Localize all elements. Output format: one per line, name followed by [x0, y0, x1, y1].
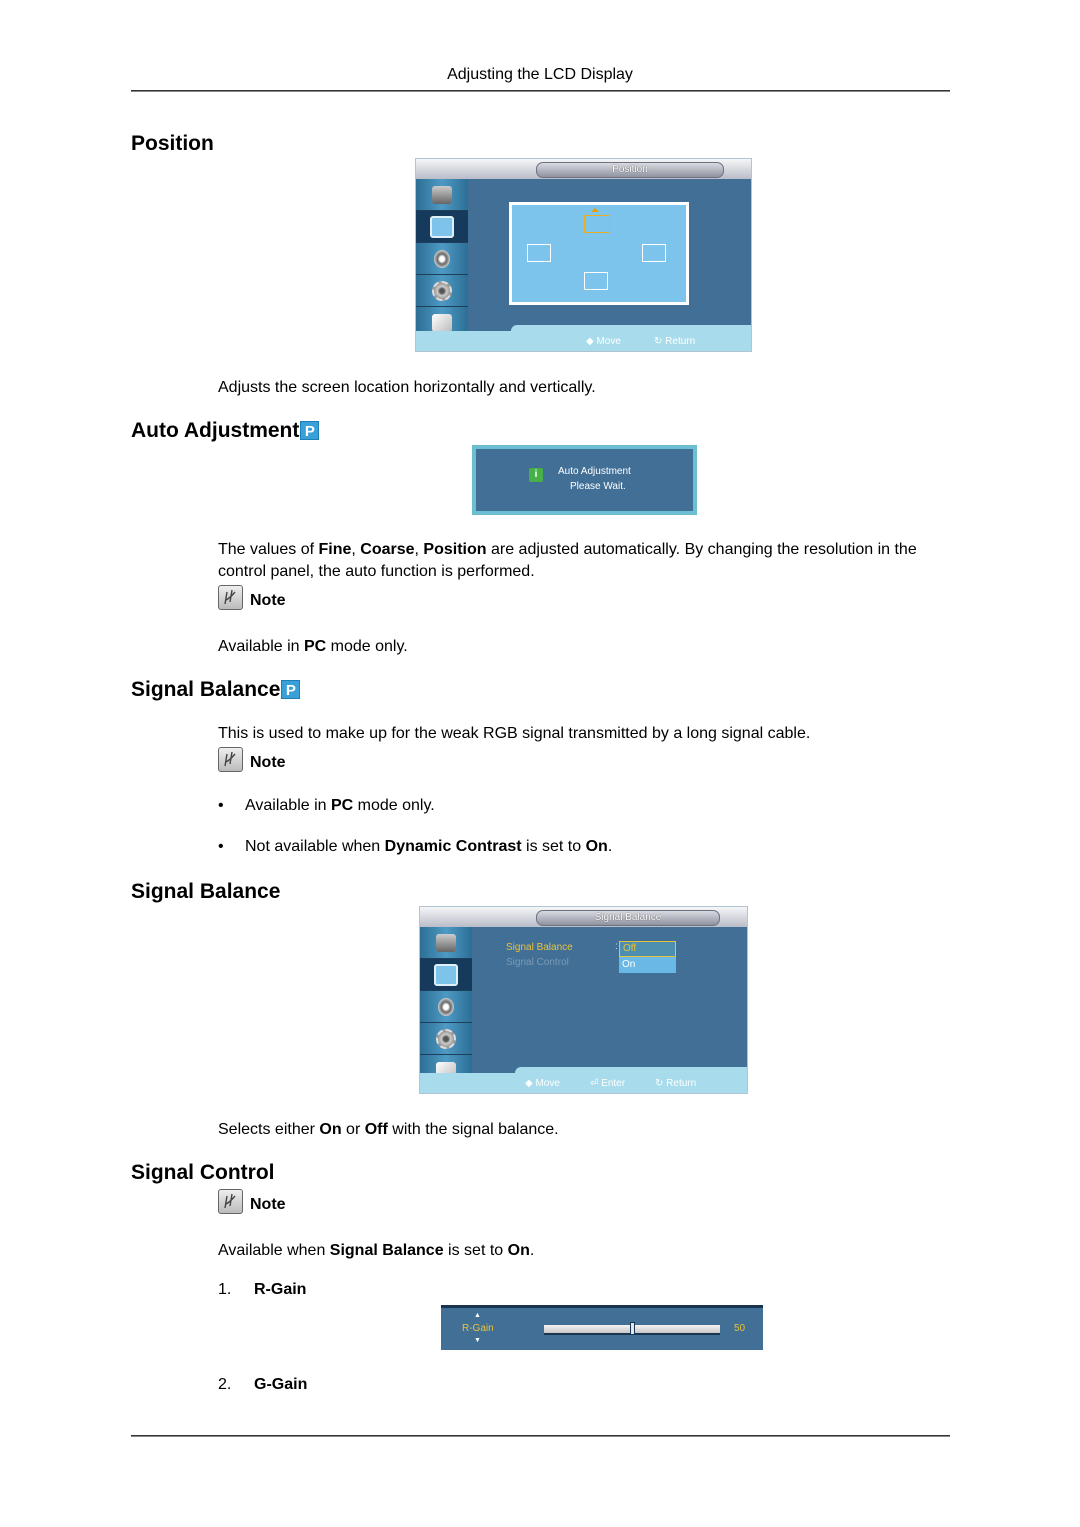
- r-gain-osd-screenshot: ▲ R-Gain ▼ 50: [441, 1305, 763, 1350]
- osd-footer-enter: ⏎ Enter: [590, 1078, 626, 1089]
- bullet-item: • Available in PC mode only.: [218, 797, 435, 814]
- section-heading-auto-adjustment: Auto Adjustment P: [131, 419, 320, 443]
- osd-footer-return: ↻ Return: [655, 1078, 697, 1089]
- note-signal-control: Note: [218, 1189, 286, 1214]
- osd-setup-icon: [416, 275, 468, 307]
- osd-footer: [416, 331, 751, 351]
- footer-divider: [131, 1435, 950, 1437]
- signal-balance-intro-description: This is used to make up for the weak RGB…: [218, 725, 811, 742]
- osd-menu-item-signal-control: Signal Control: [506, 957, 569, 968]
- auto-adjustment-osd-screenshot: i Auto Adjustment Please Wait.: [472, 445, 697, 515]
- osd-title: Position: [536, 162, 724, 178]
- position-right-arrow-icon: [642, 244, 666, 262]
- osd-sound-icon: [416, 243, 468, 275]
- r-gain-label: R-Gain: [462, 1323, 494, 1334]
- position-osd-screenshot: Position ◆ Move ↻ Return: [415, 158, 752, 352]
- section-heading-position: Position: [131, 132, 214, 155]
- info-icon: i: [529, 468, 543, 482]
- bullet-item: • Not available when Dynamic Contrast is …: [218, 838, 613, 855]
- osd-footer-return: ↻ Return: [654, 336, 696, 347]
- osd-sidebar: [416, 179, 468, 334]
- r-gain-slider-track[interactable]: [544, 1322, 720, 1335]
- list-item-r-gain: 1. R-Gain: [218, 1281, 307, 1298]
- signal-balance-description: Selects either On or Off with the signal…: [218, 1121, 559, 1138]
- header-divider: [131, 90, 950, 92]
- note-label: Note: [250, 1196, 286, 1213]
- osd-sidebar: [420, 927, 472, 1080]
- position-frame: [509, 202, 689, 305]
- note-label: Note: [250, 592, 286, 609]
- pc-mode-badge-icon: P: [300, 421, 320, 440]
- list-item-g-gain: 2. G-Gain: [218, 1376, 308, 1393]
- position-down-arrow-icon: [584, 272, 608, 290]
- position-description: Adjusts the screen location horizontally…: [218, 379, 596, 396]
- auto-adjustment-description: The values of Fine, Coarse, Position are…: [218, 541, 917, 580]
- r-gain-slider-thumb[interactable]: [630, 1322, 635, 1335]
- r-gain-value: 50: [734, 1323, 746, 1334]
- down-arrow-icon: ▼: [474, 1337, 481, 1344]
- osd-footer: [420, 1073, 747, 1093]
- auto-adjustment-osd-line2: Please Wait.: [570, 481, 626, 492]
- osd-setup-icon: [420, 1023, 472, 1055]
- section-heading-signal-control: Signal Control: [131, 1161, 275, 1184]
- note-pencil-icon: [218, 1189, 243, 1214]
- note-auto-adjustment: Note: [218, 585, 286, 610]
- note-pencil-icon: [218, 585, 243, 610]
- note-pencil-icon: [218, 747, 243, 772]
- osd-footer-move: ◆ Move: [525, 1078, 560, 1089]
- signal-balance-osd-screenshot: Signal Balance Signal Balance Signal Con…: [419, 906, 748, 1094]
- auto-adjustment-osd-line1: Auto Adjustment: [558, 466, 631, 477]
- up-arrow-icon: ▲: [474, 1312, 481, 1319]
- osd-menu-item-signal-balance: Signal Balance: [506, 942, 573, 953]
- osd-title: Signal Balance: [536, 910, 720, 926]
- position-left-arrow-icon: [527, 244, 551, 262]
- pc-mode-badge-icon: P: [281, 680, 301, 699]
- section-heading-signal-balance: Signal Balance: [131, 880, 281, 903]
- osd-option-off: Off: [619, 941, 676, 957]
- osd-input-icon: [420, 927, 472, 959]
- auto-adjustment-note-text: Available in PC mode only.: [218, 638, 408, 655]
- osd-picture-icon: [416, 211, 468, 243]
- osd-footer-move: ◆ Move: [586, 336, 621, 347]
- note-label: Note: [250, 754, 286, 771]
- osd-option-on: On: [619, 957, 676, 973]
- osd-input-icon: [416, 179, 468, 211]
- note-signal-balance: Note: [218, 747, 286, 772]
- osd-colon: :: [615, 941, 618, 952]
- section-heading-signal-balance-intro: Signal Balance P: [131, 678, 301, 702]
- osd-picture-icon: [420, 959, 472, 991]
- page-header-title: Adjusting the LCD Display: [447, 66, 633, 83]
- position-up-arrow-icon: [584, 215, 610, 233]
- osd-sound-icon: [420, 991, 472, 1023]
- signal-control-note-text: Available when Signal Balance is set to …: [218, 1242, 535, 1259]
